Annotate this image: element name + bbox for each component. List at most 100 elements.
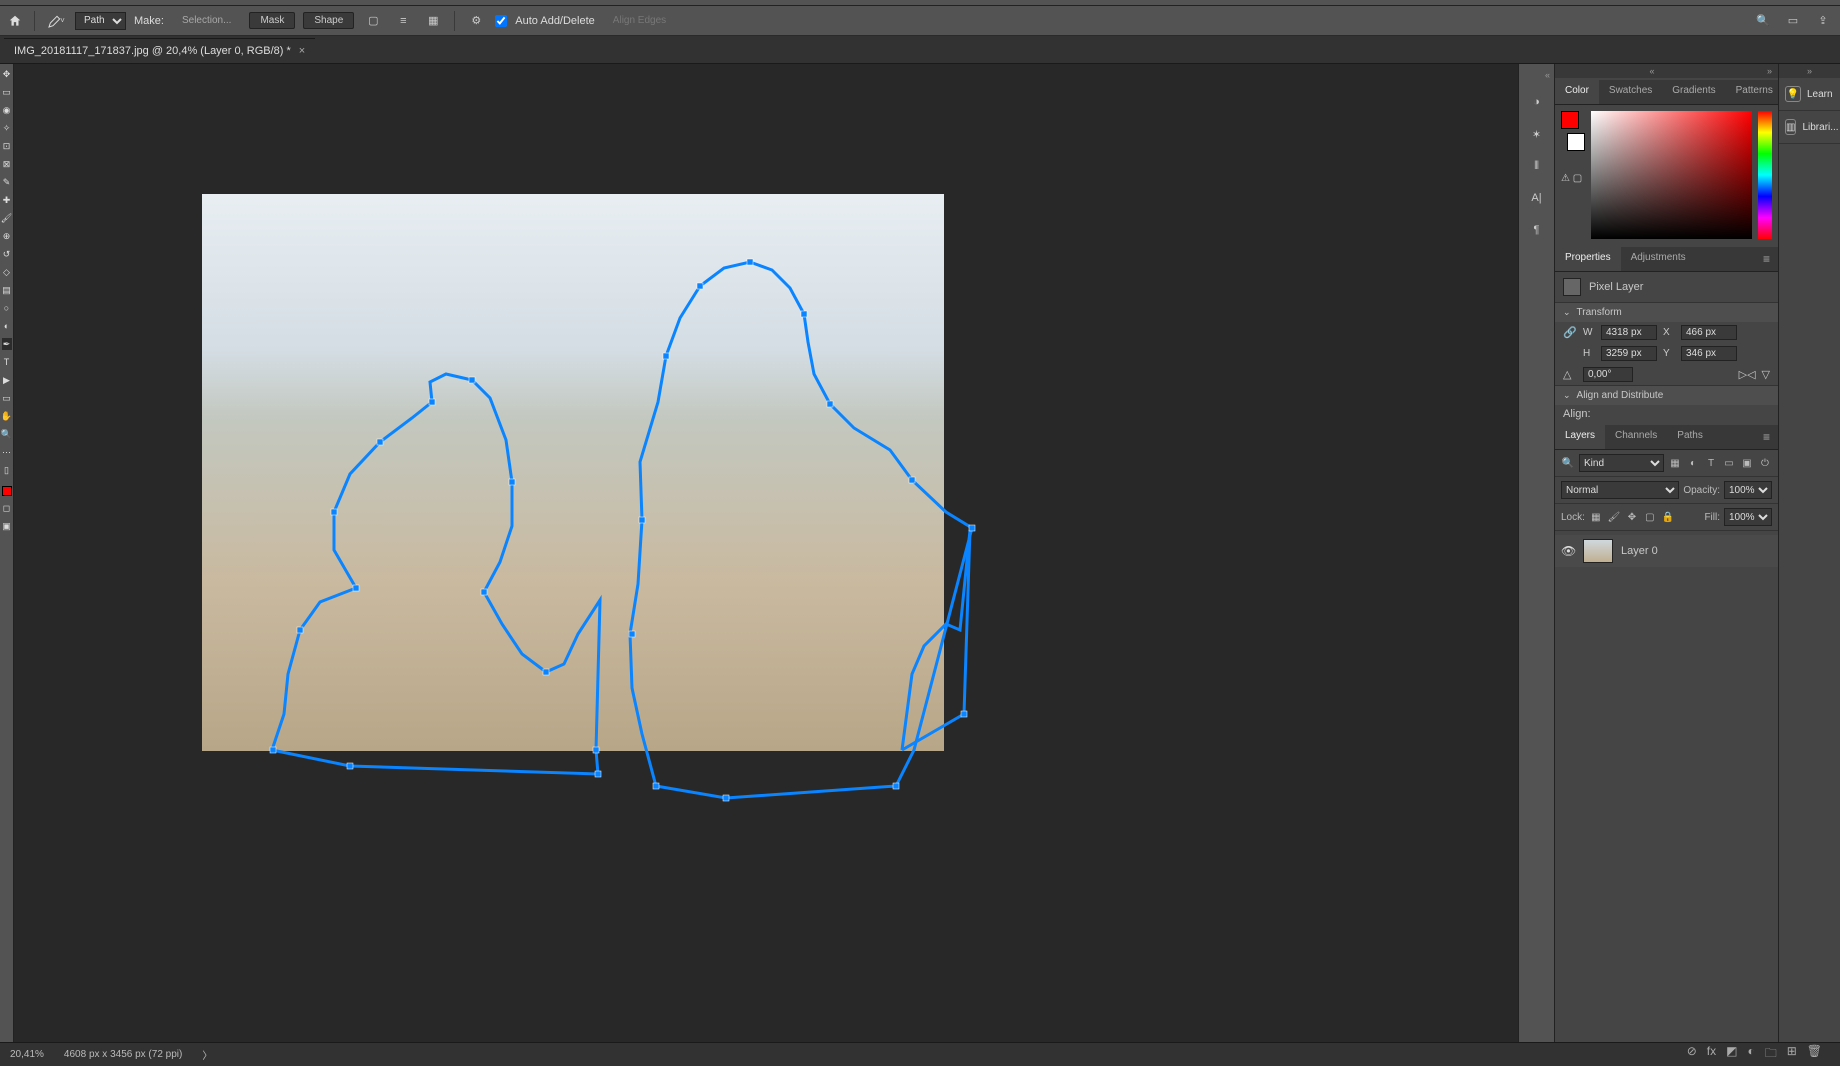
frame-tool[interactable]: ⊠ <box>2 158 12 170</box>
dodge-tool[interactable]: ◐ <box>2 320 12 332</box>
artboard-tool[interactable]: ▯ <box>2 464 12 476</box>
shape-button[interactable]: Shape <box>303 12 354 29</box>
tab-adjustments[interactable]: Adjustments <box>1621 247 1696 271</box>
close-icon[interactable]: × <box>299 45 305 57</box>
screenmode-toggle[interactable]: ▣ <box>2 520 12 532</box>
shape-tool[interactable]: ▭ <box>2 392 12 404</box>
path-arrange-icon[interactable]: ▦ <box>422 10 444 32</box>
gamut-warning-icon[interactable]: ⚠ ▢ <box>1561 173 1585 184</box>
filter-toggle[interactable]: ⏻ <box>1758 456 1772 470</box>
bg-color-swatch[interactable] <box>1567 133 1585 151</box>
angle-input[interactable] <box>1583 367 1633 382</box>
gear-icon[interactable]: ⚙ <box>465 10 487 32</box>
mask-button[interactable]: Mask <box>249 12 295 29</box>
tab-channels[interactable]: Channels <box>1605 425 1667 449</box>
tab-color[interactable]: Color <box>1555 80 1599 104</box>
fx-icon[interactable]: fx <box>1707 1044 1716 1065</box>
flip-h-icon[interactable]: ▷◁ <box>1739 368 1756 381</box>
edit-toolbar[interactable]: ⋯ <box>2 446 12 458</box>
gradient-tool[interactable]: ▤ <box>2 284 12 296</box>
lock-pixels-icon[interactable]: ▦ <box>1589 510 1603 524</box>
tab-paths[interactable]: Paths <box>1667 425 1713 449</box>
link-wh-icon[interactable]: 🔗 <box>1563 326 1577 339</box>
fg-color-swatch[interactable] <box>1561 111 1579 129</box>
color-picker-field[interactable] <box>1591 111 1752 239</box>
stamp-tool[interactable]: ⊕ <box>2 230 12 242</box>
dock-paragraph-icon[interactable]: ¶ <box>1527 220 1547 240</box>
history-brush-tool[interactable]: ↺ <box>2 248 12 260</box>
libraries-button[interactable]: ▥ Librari... <box>1779 111 1840 144</box>
filter-kind-select[interactable]: Kind <box>1579 454 1664 472</box>
delete-icon[interactable]: 🗑 <box>1807 1044 1822 1065</box>
flip-v-icon[interactable]: ▽ <box>1762 368 1770 381</box>
dock-adjustments-icon[interactable]: ◑ <box>1527 92 1547 112</box>
brush-tool[interactable]: 🖌 <box>2 212 12 224</box>
search-icon[interactable]: 🔍 <box>1752 10 1774 32</box>
zoom-level[interactable]: 20,41% <box>10 1049 44 1060</box>
foreground-color-swatch[interactable] <box>2 486 12 496</box>
status-more-icon[interactable]: 〉 <box>202 1047 212 1062</box>
search-icon[interactable]: 🔍 <box>1561 456 1575 470</box>
filter-pixel-icon[interactable]: ▦ <box>1668 456 1682 470</box>
panel-menu-icon[interactable]: ≡ <box>1755 247 1778 271</box>
path-select-tool[interactable]: ▶ <box>2 374 12 386</box>
quickmask-toggle[interactable]: ◻ <box>2 502 12 514</box>
blur-tool[interactable]: ○ <box>2 302 12 314</box>
workspace-icon[interactable]: ▭ <box>1782 10 1804 32</box>
move-tool[interactable]: ✥ <box>2 68 12 80</box>
eraser-tool[interactable]: ◇ <box>2 266 12 278</box>
doc-dimensions[interactable]: 4608 px x 3456 px (72 ppi) <box>64 1049 182 1060</box>
layer-thumbnail[interactable] <box>1583 539 1613 563</box>
selection-button[interactable]: Selection... <box>172 13 241 28</box>
mask-icon[interactable]: ◩ <box>1726 1044 1737 1065</box>
marquee-tool[interactable]: ▭ <box>2 86 12 98</box>
tab-swatches[interactable]: Swatches <box>1599 80 1662 104</box>
new-layer-icon[interactable]: ⊞ <box>1787 1044 1797 1065</box>
lock-position-icon[interactable]: ✥ <box>1625 510 1639 524</box>
share-icon[interactable]: ⇪ <box>1812 10 1834 32</box>
heal-tool[interactable]: ✚ <box>2 194 12 206</box>
zoom-tool[interactable]: 🔍 <box>2 428 12 440</box>
mode-select[interactable]: Path <box>75 12 126 30</box>
wand-tool[interactable]: ✧ <box>2 122 12 134</box>
visibility-icon[interactable]: 👁 <box>1561 544 1575 558</box>
filter-type-icon[interactable]: T <box>1704 456 1718 470</box>
crop-tool[interactable]: ⊡ <box>2 140 12 152</box>
layer-name[interactable]: Layer 0 <box>1621 545 1658 557</box>
layer-row[interactable]: 👁 Layer 0 <box>1555 535 1778 567</box>
lock-all-icon[interactable]: 🔒 <box>1661 510 1675 524</box>
path-op-1-icon[interactable]: ▢ <box>362 10 384 32</box>
height-input[interactable] <box>1601 346 1657 361</box>
pen-tool[interactable]: ✒ <box>2 338 12 350</box>
y-input[interactable] <box>1681 346 1737 361</box>
document-tab[interactable]: IMG_20181117_171837.jpg @ 20,4% (Layer 0… <box>4 38 315 63</box>
auto-add-delete-checkbox[interactable] <box>495 15 507 27</box>
tab-layers[interactable]: Layers <box>1555 425 1605 449</box>
filter-shape-icon[interactable]: ▭ <box>1722 456 1736 470</box>
filter-smart-icon[interactable]: ▣ <box>1740 456 1754 470</box>
home-icon[interactable] <box>6 12 24 30</box>
blend-mode-select[interactable]: Normal <box>1561 481 1679 499</box>
link-layers-icon[interactable]: ⊘ <box>1687 1044 1697 1065</box>
dock-histogram-icon[interactable]: ⫴ <box>1527 156 1547 176</box>
canvas-area[interactable] <box>14 64 1518 1042</box>
learn-button[interactable]: 💡 Learn <box>1779 78 1840 111</box>
tab-patterns[interactable]: Patterns <box>1726 80 1783 104</box>
x-input[interactable] <box>1681 325 1737 340</box>
rpanel-collapse-icon[interactable]: » <box>1779 64 1840 78</box>
tab-gradients[interactable]: Gradients <box>1662 80 1725 104</box>
group-icon[interactable]: 🗀 <box>1765 1044 1777 1065</box>
tab-properties[interactable]: Properties <box>1555 247 1621 271</box>
section-align-distribute[interactable]: Align and Distribute <box>1555 385 1778 405</box>
pen-tool-icon[interactable]: ˅ <box>45 10 67 32</box>
lock-artboard-icon[interactable]: ▢ <box>1643 510 1657 524</box>
hand-tool[interactable]: ✋ <box>2 410 12 422</box>
opacity-select[interactable]: 100% <box>1724 481 1772 499</box>
document-canvas[interactable] <box>202 194 944 751</box>
filter-adjust-icon[interactable]: ◐ <box>1686 456 1700 470</box>
section-transform[interactable]: Transform <box>1555 302 1778 322</box>
dock-collapse-icon[interactable]: « <box>1519 70 1554 80</box>
eyedropper-tool[interactable]: ✎ <box>2 176 12 188</box>
dock-character-icon[interactable]: A| <box>1527 188 1547 208</box>
width-input[interactable] <box>1601 325 1657 340</box>
